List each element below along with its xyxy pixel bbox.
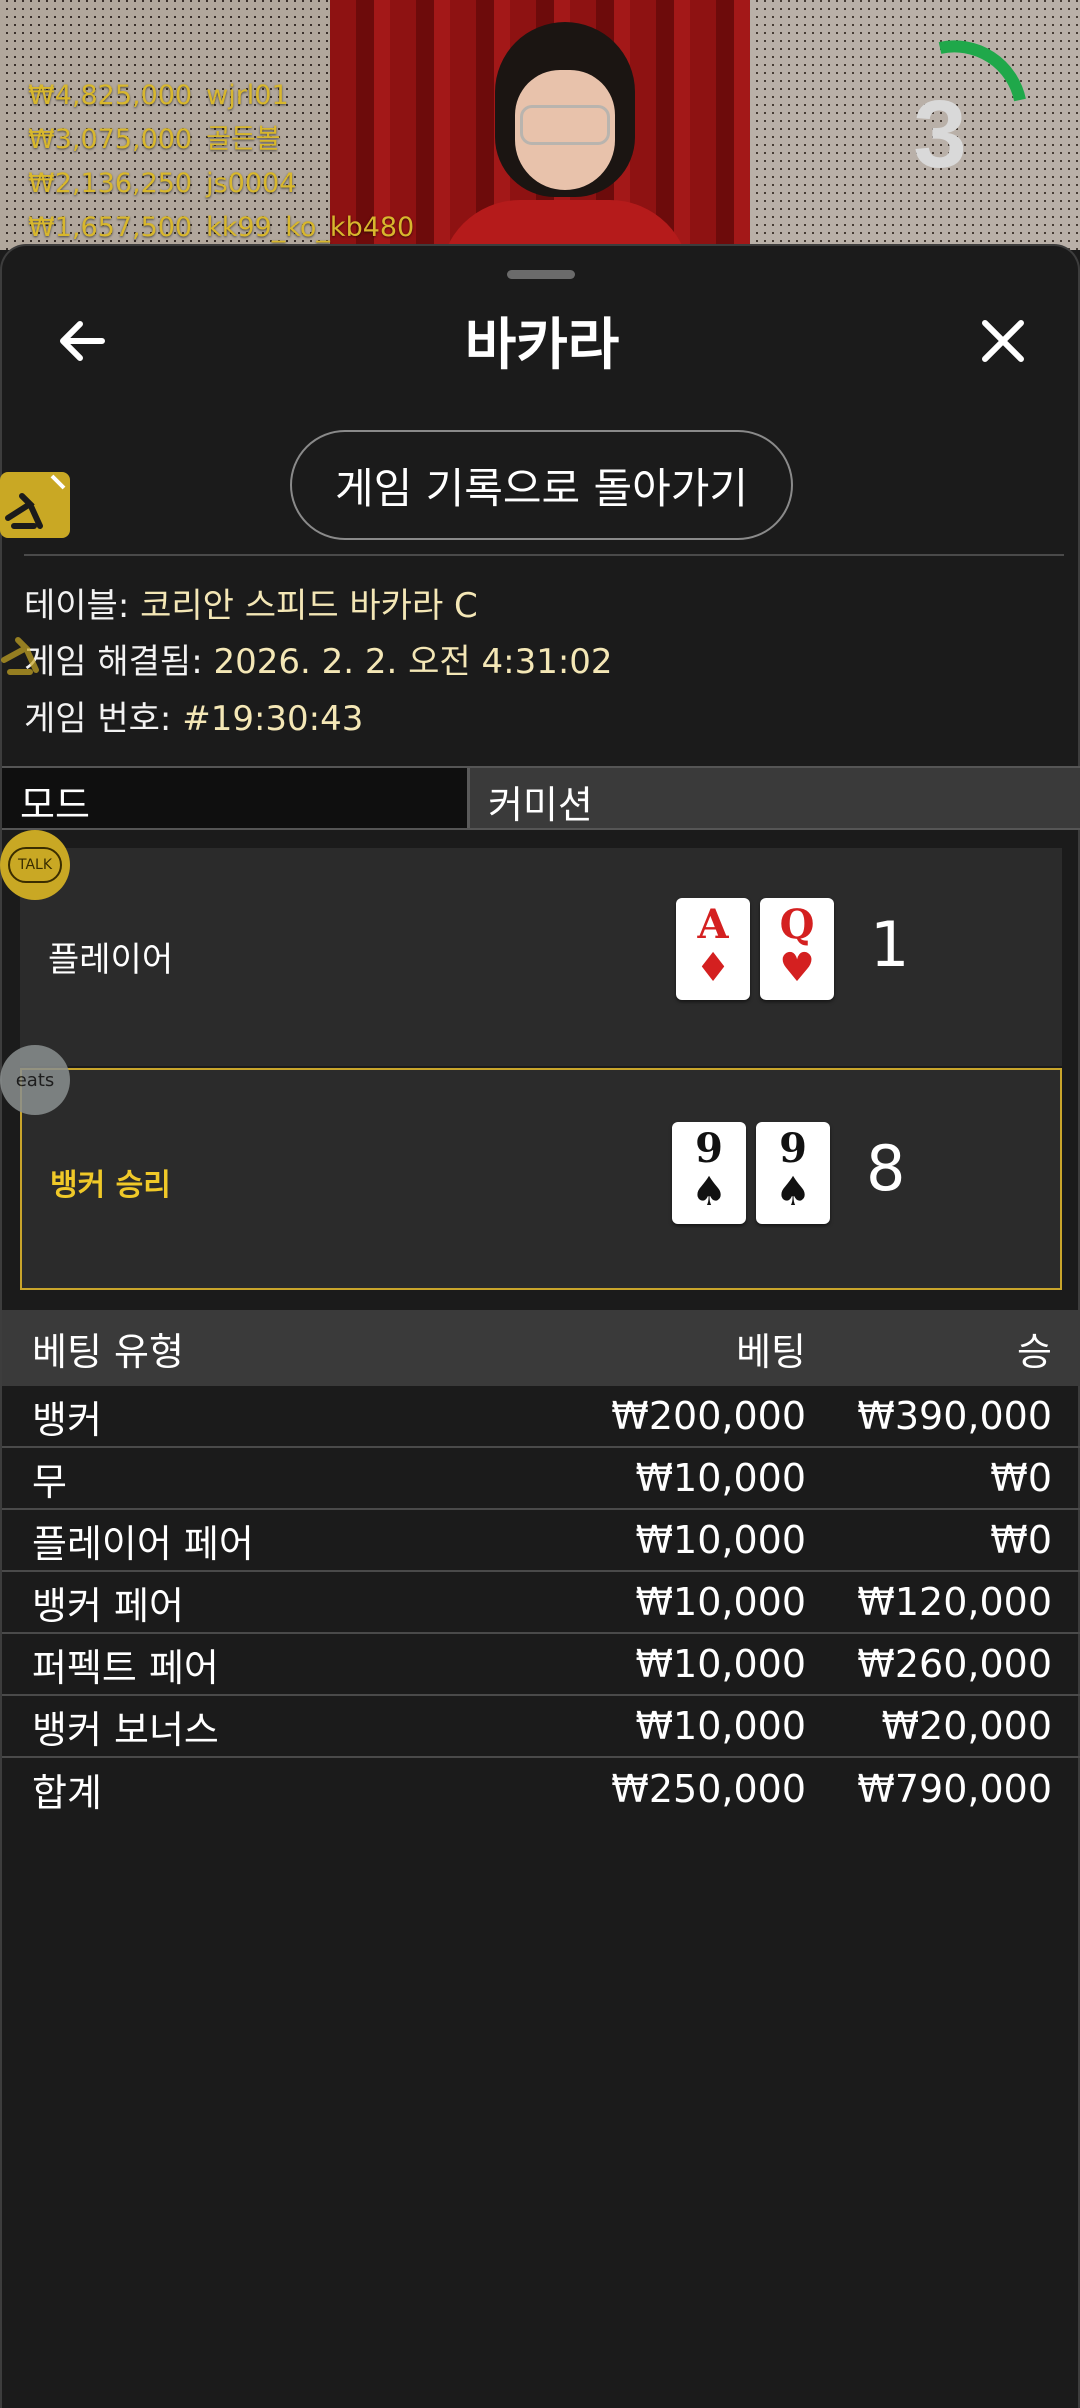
spade-suit-icon: ♠: [775, 1168, 811, 1215]
player-hand: 플레이어 A ♦ Q ♥ 1: [20, 848, 1062, 1066]
mode-value: 커미션: [470, 768, 1080, 828]
bet-type: 퍼펙트 페어: [32, 1645, 219, 1690]
winner-user: kk99_ko_kb480: [206, 212, 415, 243]
winner-amount: ₩2,136,250: [28, 168, 193, 199]
winner-row: ₩2,136,250 js0004: [28, 162, 414, 206]
table-row: 플레이어 페어 ₩10,000 ₩0: [2, 1510, 1080, 1572]
divider: [24, 554, 1064, 556]
player-card: Q ♥: [760, 898, 834, 1000]
eats-label: eats: [15, 1069, 55, 1091]
banker-card: 9 ♠: [672, 1122, 746, 1224]
bet-amount: ₩10,000: [635, 1456, 806, 1500]
win-amount: ₩0: [990, 1456, 1052, 1500]
total-bet: ₩250,000: [611, 1767, 806, 1811]
total-label: 합계: [32, 1770, 102, 1815]
header-bet-type: 베팅 유형: [32, 1329, 184, 1374]
bets-table-header: 베팅 유형 베팅 승: [2, 1310, 1080, 1386]
total-win: ₩790,000: [857, 1767, 1052, 1811]
table-row: 무 ₩10,000 ₩0: [2, 1448, 1080, 1510]
card-rank: 9: [695, 1125, 723, 1172]
bets-table: 뱅커 ₩200,000 ₩390,000 무 ₩10,000 ₩0 플레이어 페…: [2, 1386, 1080, 1820]
bet-type: 뱅커 페어: [32, 1583, 184, 1628]
table-row: 뱅커 페어 ₩10,000 ₩120,000: [2, 1572, 1080, 1634]
sheet-title: 바카라: [464, 313, 620, 378]
win-amount: ₩20,000: [881, 1704, 1052, 1748]
win-amount: ₩0: [990, 1518, 1052, 1562]
table-row: 뱅커 ₩200,000 ₩390,000: [2, 1386, 1080, 1448]
resolved-value: 2026. 2. 2. 오전 4:31:02: [213, 642, 613, 682]
winner-user: 골든볼: [206, 124, 281, 155]
winner-row: ₩4,825,000 wjrl01: [28, 74, 414, 118]
banker-result-label: 뱅커 승리: [50, 1168, 171, 1203]
total-row: 합계 ₩250,000 ₩790,000: [2, 1758, 1080, 1820]
countdown-value: 3: [913, 81, 967, 188]
winner-user: wjrl01: [206, 80, 289, 111]
table-value: 코리안 스피드 바카라 C: [140, 586, 478, 626]
player-label: 플레이어: [48, 940, 174, 980]
runner-app-icon[interactable]: [0, 620, 70, 690]
talk-icon[interactable]: TALK: [0, 830, 70, 900]
bet-amount: ₩10,000: [635, 1580, 806, 1624]
winner-amount: ₩3,075,000: [28, 124, 193, 155]
win-amount: ₩120,000: [857, 1580, 1052, 1624]
return-to-history-button[interactable]: 게임 기록으로 돌아가기: [290, 430, 793, 540]
winner-amount: ₩4,825,000: [28, 80, 193, 111]
resolved-info: 게임 해결됨: 2026. 2. 2. 오전 4:31:02: [24, 634, 613, 683]
win-amount: ₩260,000: [857, 1642, 1052, 1686]
dealer-glasses: [520, 105, 610, 145]
player-card: A ♦: [676, 898, 750, 1000]
bet-amount: ₩200,000: [611, 1394, 806, 1438]
banker-hand: 뱅커 승리 9 ♠ 9 ♠ 8: [20, 1068, 1062, 1290]
winner-amount: ₩1,657,500: [28, 212, 193, 243]
card-rank: Q: [779, 901, 815, 948]
mode-row: 모드 커미션: [2, 766, 1080, 830]
sheet-drag-handle[interactable]: [507, 270, 575, 279]
eats-app-icon[interactable]: eats: [0, 1045, 70, 1115]
banker-score: 8: [866, 1132, 906, 1205]
spade-suit-icon: ♠: [691, 1168, 727, 1215]
close-icon[interactable]: [968, 306, 1038, 376]
table-row: 뱅커 보너스 ₩10,000 ₩20,000: [2, 1696, 1080, 1758]
winner-user: js0004: [206, 168, 297, 199]
bet-type: 플레이어 페어: [32, 1521, 254, 1566]
win-amount: ₩390,000: [857, 1394, 1052, 1438]
game-number-info: 게임 번호: #19:30:43: [24, 691, 363, 740]
talk-label: TALK: [7, 847, 63, 883]
card-rank: A: [697, 901, 729, 948]
mode-label: 모드: [2, 768, 470, 828]
table-info: 테이블: 코리안 스피드 바카라 C: [24, 578, 478, 627]
winners-list: ₩4,825,000 wjrl01 ₩3,075,000 골든볼 ₩2,136,25…: [28, 74, 414, 250]
game-history-sheet: 바카라 게임 기록으로 돌아가기 테이블: 코리안 스피드 바카라 C 게임 해…: [0, 244, 1080, 2408]
bet-type: 뱅커 보너스: [32, 1707, 219, 1752]
bet-amount: ₩10,000: [635, 1704, 806, 1748]
game-number-value: #19:30:43: [182, 699, 364, 739]
game-number-label: 게임 번호:: [24, 699, 172, 739]
card-rank: 9: [779, 1125, 807, 1172]
heart-suit-icon: ♥: [779, 944, 815, 991]
diamond-suit-icon: ♦: [695, 944, 731, 991]
bet-type: 뱅커: [32, 1397, 102, 1442]
runner-app-icon[interactable]: [0, 470, 70, 540]
bet-amount: ₩10,000: [635, 1518, 806, 1562]
live-video: ₩4,825,000 wjrl01 ₩3,075,000 골든볼 ₩2,136,25…: [0, 0, 1080, 250]
table-row: 퍼펙트 페어 ₩10,000 ₩260,000: [2, 1634, 1080, 1696]
header-bet: 베팅: [736, 1329, 806, 1374]
bet-type: 무: [32, 1459, 67, 1504]
banker-card: 9 ♠: [756, 1122, 830, 1224]
winner-row: ₩3,075,000 골든볼: [28, 118, 414, 162]
header-win: 승: [1017, 1329, 1052, 1374]
player-score: 1: [870, 908, 910, 981]
bet-amount: ₩10,000: [635, 1642, 806, 1686]
